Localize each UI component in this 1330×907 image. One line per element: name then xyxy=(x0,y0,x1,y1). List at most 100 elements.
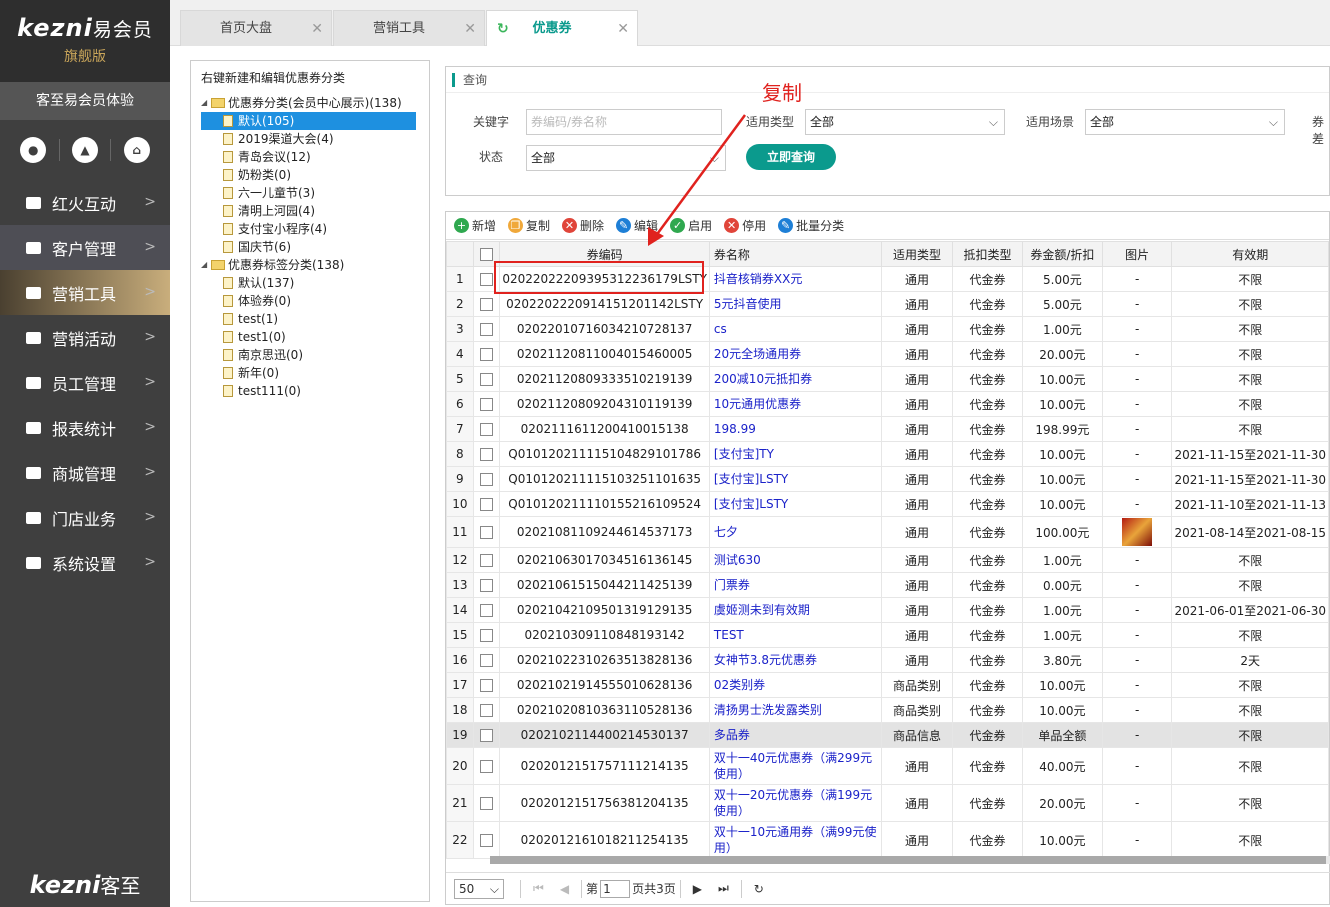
row-checkbox-cell[interactable] xyxy=(472,491,501,517)
column-header[interactable]: 适用类型 xyxy=(880,241,954,267)
coupon-name-link[interactable]: 双十一20元优惠券（满199元使用） xyxy=(708,784,882,822)
coupon-name-link[interactable]: 198.99 xyxy=(708,416,882,442)
row-checkbox-cell[interactable] xyxy=(472,572,501,598)
status-select[interactable]: 全部 ⌵ xyxy=(526,145,726,171)
checkbox[interactable] xyxy=(480,273,494,286)
collapse-icon[interactable]: ◢ xyxy=(201,94,211,112)
table-row[interactable]: 13 02021061515044211425139 门票券 通用 代金券 0.00元 - 不… xyxy=(446,572,1329,598)
nav-item-store-business[interactable]: 门店业务 > xyxy=(0,495,170,540)
row-checkbox-cell[interactable] xyxy=(472,784,501,822)
coupon-name-link[interactable]: 5元抖音使用 xyxy=(708,291,882,317)
checkbox[interactable] xyxy=(480,604,494,617)
tree-item[interactable]: 体验券(0) xyxy=(201,292,419,310)
first-page-icon[interactable]: ⏮ xyxy=(533,881,544,896)
nav-item-interaction[interactable]: 红火互动 > xyxy=(0,180,170,225)
tab-coupons[interactable]: ↻ 优惠券 ✕ xyxy=(486,10,638,46)
tree-item[interactable]: test1(0) xyxy=(201,328,419,346)
coupon-name-link[interactable]: cs xyxy=(708,316,882,342)
table-row[interactable]: 3 02022010716034210728137 cs 通用 代金券 1.00元 - 不限 xyxy=(446,316,1329,342)
refresh-icon[interactable]: ↻ xyxy=(754,882,764,896)
row-checkbox-cell[interactable] xyxy=(472,672,501,698)
table-row[interactable]: 15 020210309110848193142 TEST 通用 代金券 1.00元 - 不限 xyxy=(446,622,1329,648)
coupon-name-link[interactable]: 抖音核销券XX元 xyxy=(708,266,882,292)
checkbox[interactable] xyxy=(480,554,494,567)
checkbox[interactable] xyxy=(480,248,494,261)
nav-item-mall[interactable]: 商城管理 > xyxy=(0,450,170,495)
checkbox[interactable] xyxy=(480,526,494,539)
checkbox[interactable] xyxy=(480,760,494,773)
table-row[interactable]: 18 02021020810363110528136 清扬男士洗发露类别 商品类别 代金… xyxy=(446,697,1329,723)
last-page-icon[interactable]: ⏭ xyxy=(718,881,729,896)
row-checkbox-cell[interactable] xyxy=(472,366,501,392)
page-input[interactable]: 1 xyxy=(600,879,631,898)
tab-marketing-tools[interactable]: 营销工具 ✕ xyxy=(333,10,485,46)
checkbox[interactable] xyxy=(480,373,494,386)
row-checkbox-cell[interactable] xyxy=(472,341,501,367)
tree-item[interactable]: test111(0) xyxy=(201,382,419,400)
scrollbar-thumb[interactable] xyxy=(490,856,1326,864)
checkbox[interactable] xyxy=(480,323,494,336)
coupon-name-link[interactable]: [支付宝]TY xyxy=(708,441,882,467)
tree-item[interactable]: 默认(105) xyxy=(201,112,416,130)
tree-item[interactable]: 南京思迅(0) xyxy=(201,346,419,364)
table-row[interactable]: 5 02021120809333510219139 200减10元抵扣券 通用 代金券 1… xyxy=(446,366,1329,392)
edit-button[interactable]: ✎ 编辑 xyxy=(616,217,658,234)
table-row[interactable]: 9 Q010120211115103251101635 [支付宝]LSTY 通用 代金券… xyxy=(446,466,1329,492)
table-row[interactable]: 12 02021063017034516136145 测试630 通用 代金券 1.00元… xyxy=(446,547,1329,573)
nav-item-staff[interactable]: 员工管理 > xyxy=(0,360,170,405)
coupon-name-link[interactable]: 多品券 xyxy=(708,722,882,748)
copy-button[interactable]: ❐ 复制 xyxy=(508,217,550,234)
tree-group[interactable]: ◢ 优惠券标签分类(138) xyxy=(201,256,419,274)
next-page-icon[interactable]: ▶ xyxy=(693,882,702,896)
keyword-input[interactable]: 券编码/券名称 xyxy=(526,109,722,135)
table-row[interactable]: 19 0202102114400214530137 多品券 商品信息 代金券 单品全额 - 不… xyxy=(446,722,1329,748)
user-icon[interactable]: ● xyxy=(20,137,47,163)
checkbox[interactable] xyxy=(480,473,494,486)
column-header[interactable]: 有效期 xyxy=(1171,241,1329,267)
coupon-name-link[interactable]: 虞姬测未到有效期 xyxy=(708,597,882,623)
coupon-name-link[interactable]: [支付宝]LSTY xyxy=(708,491,882,517)
prev-page-icon[interactable]: ◀ xyxy=(560,882,569,896)
row-checkbox-cell[interactable] xyxy=(472,697,501,723)
row-checkbox-cell[interactable] xyxy=(472,441,501,467)
close-icon[interactable]: ✕ xyxy=(464,11,476,47)
tab-home[interactable]: 首页大盘 ✕ xyxy=(180,10,332,46)
checkbox[interactable] xyxy=(480,579,494,592)
collapse-icon[interactable]: ◢ xyxy=(201,256,211,274)
table-row[interactable]: 22 0202012161018211254135 双十一10元通用券（满99元使用… xyxy=(446,821,1329,859)
table-row[interactable]: 6 02021120809204310119139 10元通用优惠券 通用 代金券 10.… xyxy=(446,391,1329,417)
checkbox[interactable] xyxy=(480,654,494,667)
row-checkbox-cell[interactable] xyxy=(472,316,501,342)
table-row[interactable]: 11 02021081109244614537173 七夕 通用 代金券 100.00元 2… xyxy=(446,516,1329,548)
home-icon[interactable]: ⌂ xyxy=(123,137,150,163)
coupon-name-link[interactable]: 双十一10元通用券（满99元使用） xyxy=(708,821,882,859)
table-row[interactable]: 21 0202012151756381204135 双十一20元优惠券（满199元使… xyxy=(446,784,1329,822)
page-size-select[interactable]: 50 ⌵ xyxy=(454,878,504,899)
coupon-name-link[interactable]: 清扬男士洗发露类别 xyxy=(708,697,882,723)
row-checkbox-cell[interactable] xyxy=(472,291,501,317)
nav-item-customers[interactable]: 客户管理 > xyxy=(0,225,170,270)
table-row[interactable]: 7 0202111611200410015138 198.99 通用 代金券 198.99… xyxy=(446,416,1329,442)
tree-item[interactable]: 支付宝小程序(4) xyxy=(201,220,419,238)
checkbox[interactable] xyxy=(480,448,494,461)
tree-group[interactable]: ◢ 优惠券分类(会员中心展示)(138) xyxy=(201,94,419,112)
row-checkbox-cell[interactable] xyxy=(472,747,501,785)
tree-item[interactable]: 默认(137) xyxy=(201,274,419,292)
tree-item[interactable]: 清明上河园(4) xyxy=(201,202,419,220)
table-row[interactable]: 10 Q010120211110155216109524 [支付宝]LSTY 通用 代金… xyxy=(446,491,1329,517)
nav-item-reports[interactable]: 报表统计 > xyxy=(0,405,170,450)
table-row[interactable]: 4 02021120811004015460005 20元全场通用券 通用 代金券 20.… xyxy=(446,341,1329,367)
checkbox[interactable] xyxy=(480,834,494,847)
tree-item[interactable]: 六一儿童节(3) xyxy=(201,184,419,202)
column-header[interactable]: 券金额/折扣 xyxy=(1021,241,1103,267)
row-checkbox-cell[interactable] xyxy=(472,547,501,573)
search-button[interactable]: 立即查询 xyxy=(746,144,836,170)
coupon-name-link[interactable]: 双十一40元优惠券（满299元使用） xyxy=(708,747,882,785)
enable-button[interactable]: ✓ 启用 xyxy=(670,217,712,234)
tree-item[interactable]: 2019渠道大会(4) xyxy=(201,130,419,148)
nav-item-marketing-tools[interactable]: 营销工具 > xyxy=(0,270,170,315)
tree-item[interactable]: 新年(0) xyxy=(201,364,419,382)
batch-category-button[interactable]: ✎ 批量分类 xyxy=(778,217,844,234)
checkbox[interactable] xyxy=(480,629,494,642)
coupon-name-link[interactable]: 20元全场通用券 xyxy=(708,341,882,367)
